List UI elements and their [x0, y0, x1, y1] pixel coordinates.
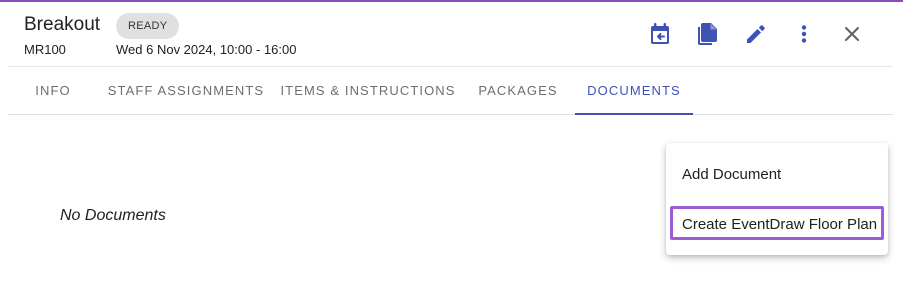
tab-staff-assignments[interactable]: STAFF ASSIGNMENTS [106, 67, 266, 115]
more-vert-icon [801, 25, 807, 43]
tab-items-instructions[interactable]: ITEMS & INSTRUCTIONS [280, 67, 456, 115]
tab-info[interactable]: INFO [8, 67, 98, 115]
create-floor-plan-menu-item[interactable]: Create EventDraw Floor Plan [666, 205, 888, 245]
close-button[interactable] [838, 20, 866, 48]
tab-documents[interactable]: DOCUMENTS [575, 67, 693, 115]
active-tab-indicator [575, 113, 693, 115]
documents-dropdown-menu: Add Document Create EventDraw Floor Plan [666, 143, 888, 255]
empty-documents-message: No Documents [60, 207, 166, 224]
calendar-button[interactable] [646, 20, 674, 48]
more-options-button[interactable] [790, 20, 818, 48]
tab-packages[interactable]: PACKAGES [472, 67, 564, 115]
close-icon [845, 27, 859, 41]
document-icon [698, 23, 717, 45]
event-code: MR100 [24, 42, 66, 57]
edit-button[interactable] [742, 20, 770, 48]
tab-bar: INFO STAFF ASSIGNMENTS ITEMS & INSTRUCTI… [8, 66, 893, 115]
edit-icon [747, 25, 765, 43]
document-button[interactable] [694, 20, 722, 48]
event-datetime: Wed 6 Nov 2024, 10:00 - 16:00 [116, 42, 297, 57]
page-title: Breakout [24, 14, 101, 35]
event-header: Breakout READY MR100 Wed 6 Nov 2024, 10:… [0, 2, 903, 66]
add-document-menu-item[interactable]: Add Document [666, 155, 888, 195]
calendar-icon [651, 23, 669, 44]
status-badge: READY [116, 13, 180, 39]
